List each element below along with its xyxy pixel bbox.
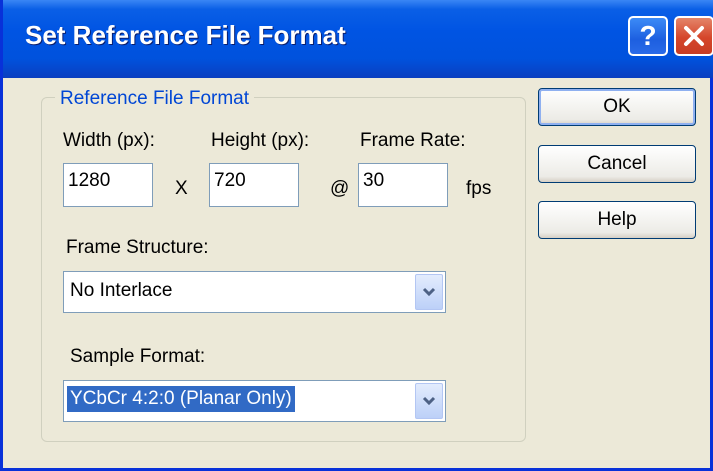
at-symbol: @: [330, 178, 350, 199]
cancel-button[interactable]: Cancel: [538, 145, 696, 183]
ok-button[interactable]: OK: [538, 88, 696, 126]
sample-format-label: Sample Format:: [70, 346, 206, 367]
sample-format-value: YCbCr 4:2:0 (Planar Only): [67, 386, 295, 412]
frame-structure-label: Frame Structure:: [66, 237, 209, 258]
height-input[interactable]: 720: [209, 163, 299, 207]
frame-structure-dropdown[interactable]: No Interlace: [63, 271, 446, 313]
close-icon: [684, 26, 704, 46]
framerate-input[interactable]: 30: [358, 163, 448, 207]
sample-format-dropdown[interactable]: YCbCr 4:2:0 (Planar Only): [63, 380, 446, 422]
width-label: Width (px):: [63, 130, 155, 151]
frame-structure-value: No Interlace: [70, 280, 173, 301]
group-title: Reference File Format: [55, 88, 255, 110]
times-symbol: X: [175, 178, 188, 199]
title-bar[interactable]: Set Reference File Format ?: [3, 0, 713, 78]
chevron-down-icon: [422, 287, 436, 297]
window-title: Set Reference File Format: [25, 20, 346, 50]
dialog-window: Set Reference File Format ? Reference Fi…: [0, 0, 713, 471]
frame-structure-dropdown-button[interactable]: [415, 274, 443, 310]
fps-unit-label: fps: [466, 178, 492, 199]
titlebar-close-button[interactable]: [674, 16, 713, 56]
titlebar-help-button[interactable]: ?: [628, 16, 668, 56]
chevron-down-icon: [422, 396, 436, 406]
help-button[interactable]: Help: [538, 201, 696, 239]
width-input[interactable]: 1280: [63, 163, 153, 207]
sample-format-dropdown-button[interactable]: [415, 383, 443, 419]
framerate-label: Frame Rate:: [360, 130, 466, 151]
height-label: Height (px):: [211, 130, 310, 151]
